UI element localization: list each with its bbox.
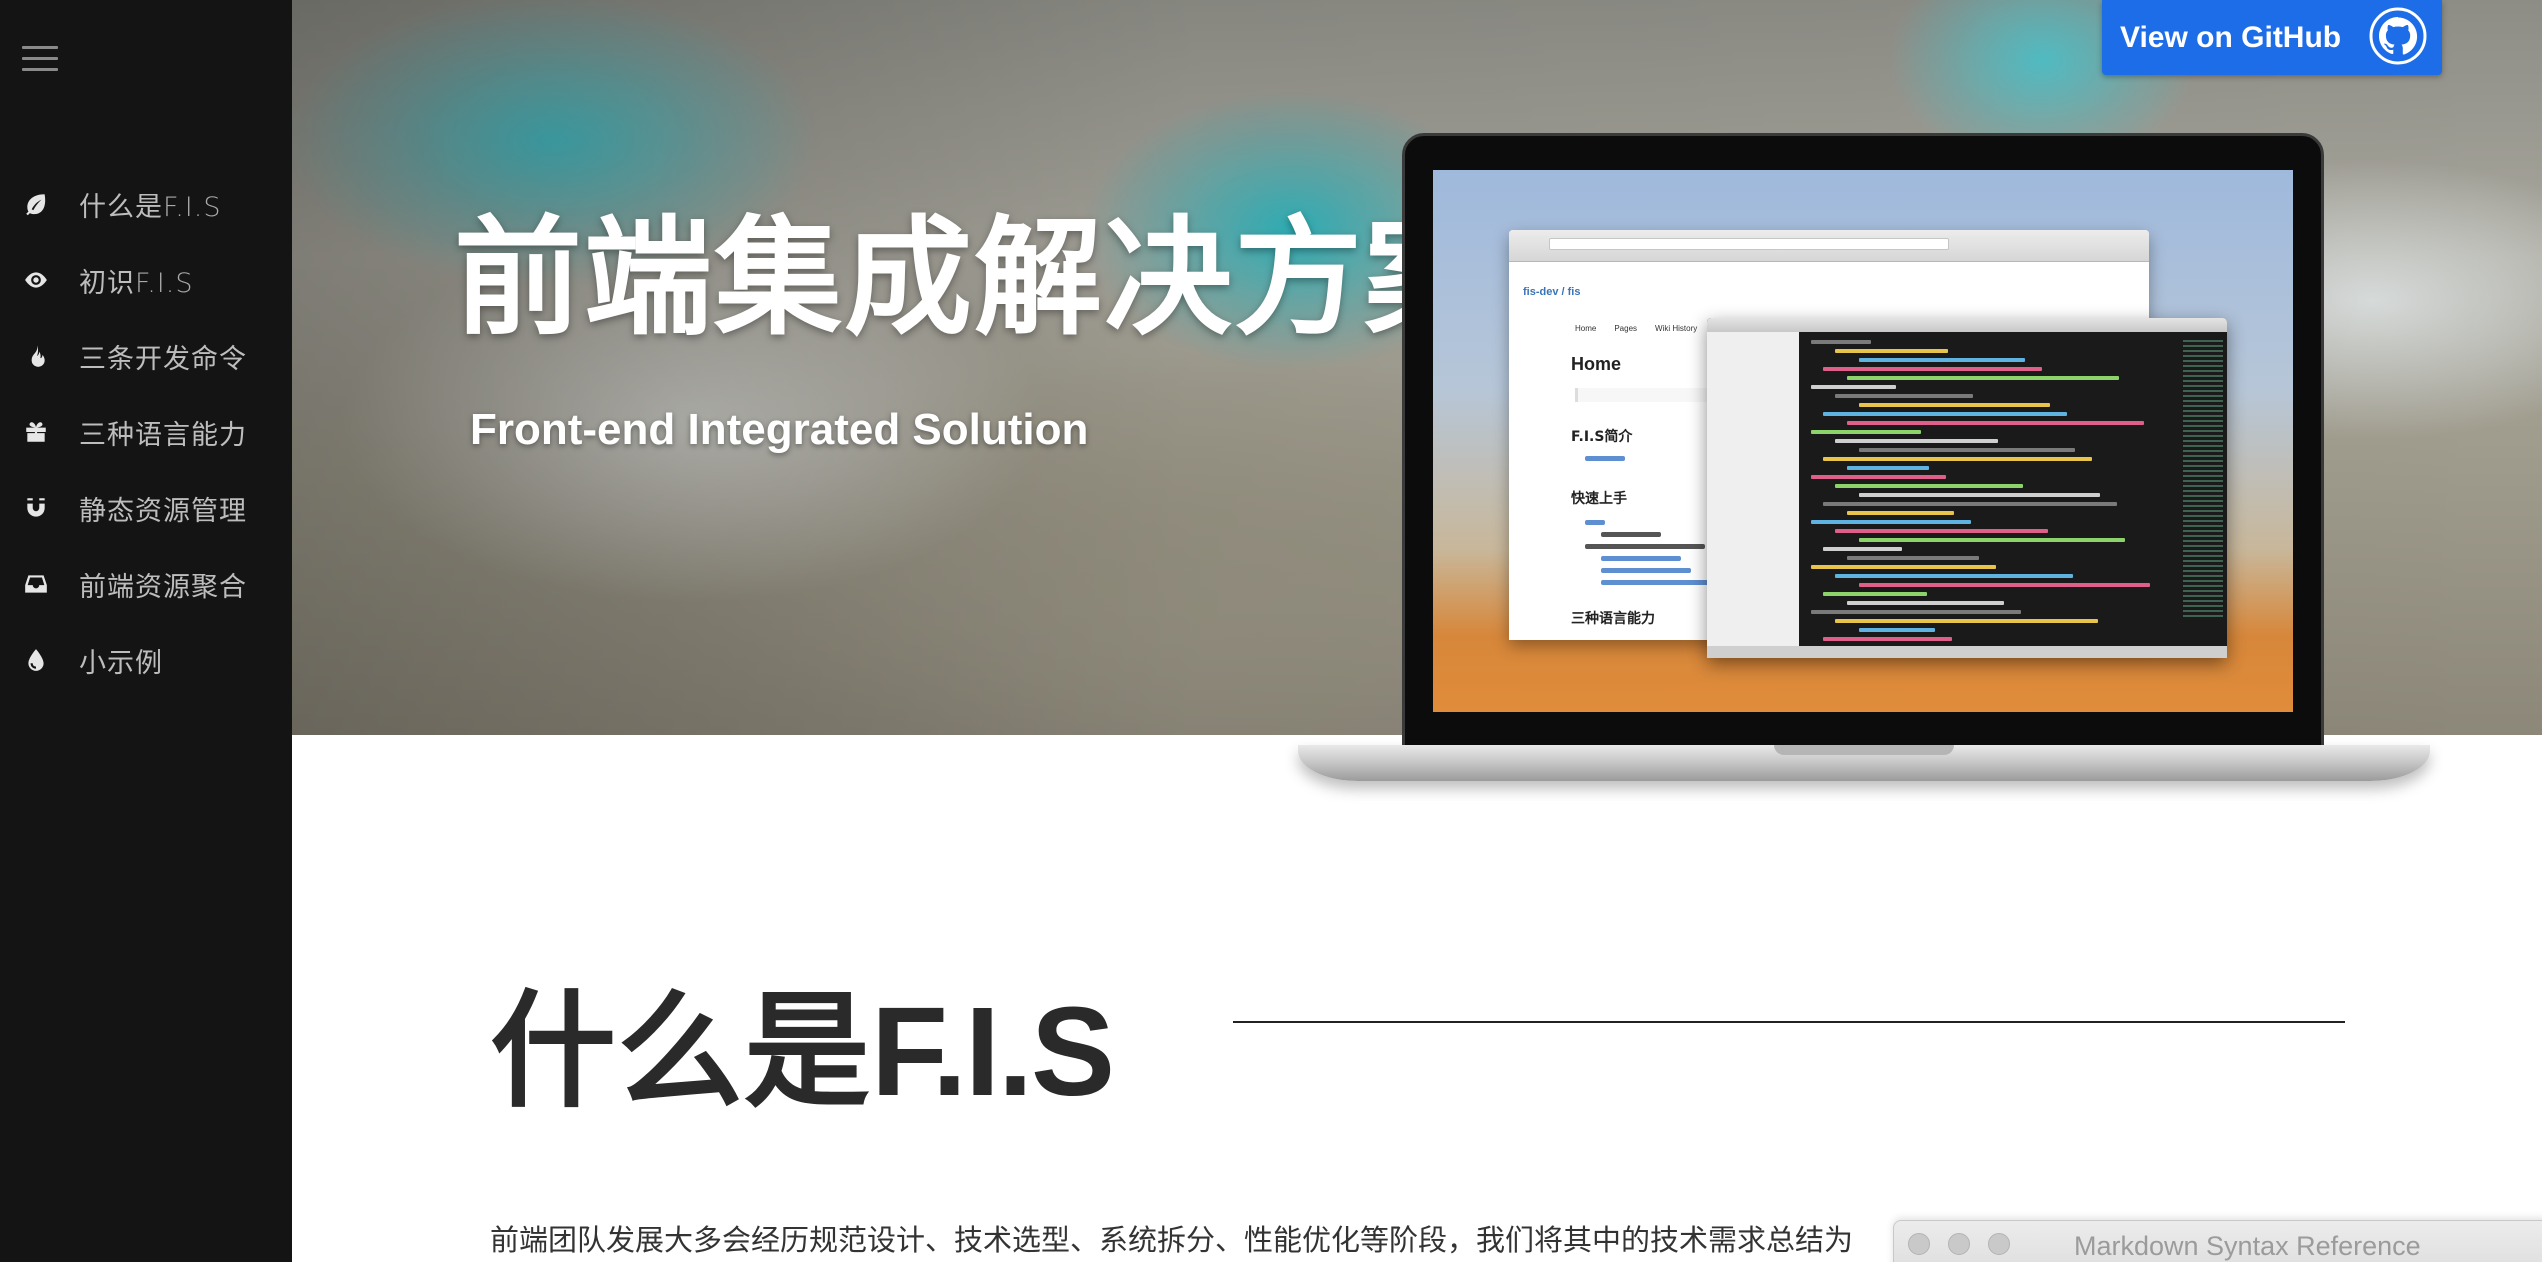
zoom-window-button[interactable] <box>1988 1233 2010 1255</box>
repo-name: fis-dev / fis <box>1523 286 1581 298</box>
wiki-quickstart-heading: 快速上手 <box>1571 491 1627 507</box>
markdown-reference-window[interactable]: Markdown Syntax Reference <box>1893 1220 2542 1262</box>
laptop-lid: fis-dev / fis Home Pages Wiki History Home… <box>1402 133 2324 753</box>
leaf-icon <box>22 190 50 218</box>
wiki-intro-heading: F.I.S简介 <box>1571 429 1633 445</box>
code-line <box>1859 403 2050 407</box>
code-line <box>1811 610 2021 614</box>
sidebar-item-label: 静态资源管理 <box>79 495 247 527</box>
code-line <box>1811 430 1921 434</box>
code-line <box>1859 583 2150 587</box>
hamburger-menu-icon[interactable] <box>22 46 58 74</box>
sidebar-item-label: 什么是F.I.S <box>79 191 222 223</box>
code-line <box>1859 628 1935 632</box>
markdown-window-title: Markdown Syntax Reference <box>2074 1231 2421 1261</box>
close-window-button[interactable] <box>1908 1233 1930 1255</box>
code-line <box>1835 619 2098 623</box>
code-line <box>1835 394 1973 398</box>
code-editor-image <box>1707 318 2227 658</box>
magnet-icon <box>22 494 50 522</box>
github-octocat-icon <box>2369 7 2427 65</box>
code-line <box>1823 367 2042 371</box>
sidebar-item-example[interactable]: 小示例 <box>0 622 292 698</box>
code-line <box>1811 475 1946 479</box>
gift-icon <box>22 418 50 446</box>
code-line <box>1847 376 2119 380</box>
sidebar-item-intro-fis[interactable]: 初识F.I.S <box>0 242 292 318</box>
sidebar-item-what-is-fis[interactable]: 什么是F.I.S <box>0 166 292 242</box>
code-line <box>1859 358 2025 362</box>
code-line <box>1823 502 2117 506</box>
code-line <box>1823 412 2067 416</box>
code-line <box>1847 556 1979 560</box>
section-title: 什么是F.I.S <box>490 978 1115 1125</box>
repo-tabs: Home Pages Wiki History <box>1575 324 1698 333</box>
sidebar-item-label: 前端资源聚合 <box>79 571 247 603</box>
sidebar-item-three-languages[interactable]: 三种语言能力 <box>0 394 292 470</box>
code-line <box>1835 349 1948 353</box>
section-paragraph: 前端团队发展大多会经历规范设计、技术选型、系统拆分、性能优化等阶段，我们将其中的… <box>490 1223 1854 1257</box>
wiki-home-heading: Home <box>1571 354 1622 374</box>
code-line <box>1823 637 1952 641</box>
code-line <box>1835 529 2048 533</box>
wiki-languages-heading: 三种语言能力 <box>1571 611 1655 627</box>
section-divider <box>1233 1021 2345 1023</box>
github-button-label: View on GitHub <box>2120 20 2342 54</box>
code-line <box>1811 565 1996 569</box>
code-line <box>1847 511 1954 515</box>
code-line <box>1835 484 2023 488</box>
code-line <box>1823 457 2092 461</box>
code-line <box>1811 520 1971 524</box>
code-line <box>1847 466 1929 470</box>
sidebar-nav: 什么是F.I.S 初识F.I.S 三条开发命令 三种语言能力 静态资源管理 前端… <box>0 166 292 698</box>
code-line <box>1835 439 1998 443</box>
sidebar-item-label: 初识F.I.S <box>79 267 194 299</box>
hero-subtitle: Front-end Integrated Solution <box>470 405 1089 454</box>
window-controls <box>1908 1233 2028 1255</box>
code-line <box>1823 592 1927 596</box>
code-line <box>1811 385 1896 389</box>
minimize-window-button[interactable] <box>1948 1233 1970 1255</box>
sidebar-item-resource-aggregation[interactable]: 前端资源聚合 <box>0 546 292 622</box>
sidebar-item-static-resources[interactable]: 静态资源管理 <box>0 470 292 546</box>
code-line <box>1847 421 2144 425</box>
sidebar: 什么是F.I.S 初识F.I.S 三条开发命令 三种语言能力 静态资源管理 前端… <box>0 0 292 1262</box>
laptop-screen: fis-dev / fis Home Pages Wiki History Home… <box>1433 170 2293 712</box>
code-line <box>1859 493 2100 497</box>
code-line <box>1859 538 2125 542</box>
droplet-icon <box>22 646 50 674</box>
view-on-github-button[interactable]: View on GitHub <box>2102 0 2442 75</box>
code-line <box>1823 547 1902 551</box>
sidebar-item-three-commands[interactable]: 三条开发命令 <box>0 318 292 394</box>
inbox-icon <box>22 570 50 598</box>
code-line <box>1847 601 2004 605</box>
sidebar-item-label: 小示例 <box>79 647 163 679</box>
laptop-illustration: fis-dev / fis Home Pages Wiki History Home… <box>1298 133 2430 793</box>
code-line <box>1835 574 2073 578</box>
code-line <box>1859 448 2075 452</box>
eye-icon <box>22 266 50 294</box>
code-line <box>1811 340 1871 344</box>
sidebar-item-label: 三条开发命令 <box>79 343 247 375</box>
flame-icon <box>22 342 50 370</box>
sidebar-item-label: 三种语言能力 <box>79 419 247 451</box>
